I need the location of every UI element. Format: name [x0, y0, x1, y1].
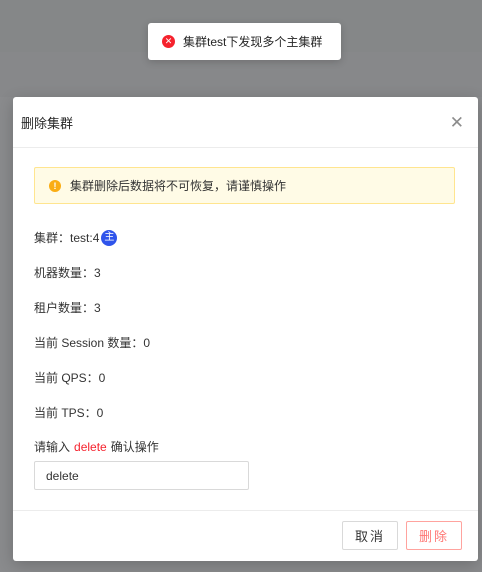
confirm-prompt: 请输入 delete 确认操作: [34, 438, 159, 455]
error-circle-icon: ✕: [162, 35, 175, 48]
error-toast: ✕ 集群test下发现多个主集群: [148, 23, 341, 60]
warning-alert: ! 集群删除后数据将不可恢复，请谨慎操作: [34, 167, 455, 204]
cluster-label: 集群：: [34, 231, 71, 245]
warning-icon: !: [49, 179, 61, 192]
close-icon[interactable]: ✕: [446, 110, 468, 135]
modal-footer: 取消 删除: [13, 510, 478, 561]
tps-value: 当前 TPS：0: [34, 406, 104, 420]
master-badge: 主: [101, 229, 118, 246]
qps-value: 当前 QPS：0: [34, 371, 106, 385]
delete-cluster-modal: 删除集群 ✕ ! 集群删除后数据将不可恢复，请谨慎操作 集群： test:4 主…: [13, 97, 478, 561]
prompt-keyword: delete: [74, 439, 107, 454]
delete-button[interactable]: 删除: [406, 521, 462, 550]
cluster-info: 集群： test:4 主: [34, 229, 118, 246]
alert-text: 集群删除后数据将不可恢复，请谨慎操作: [70, 179, 287, 193]
machines-count: 机器数量：3: [34, 266, 101, 280]
sessions-count: 当前 Session 数量：0: [34, 336, 151, 350]
prompt-suffix: 确认操作: [110, 440, 159, 454]
toast-message: 集群test下发现多个主集群: [183, 35, 323, 49]
tenants-count: 租户数量：3: [34, 301, 101, 315]
confirm-input[interactable]: [34, 461, 249, 490]
prompt-prefix: 请输入: [34, 440, 71, 454]
modal-title: 删除集群: [21, 115, 74, 131]
cancel-button[interactable]: 取消: [342, 521, 398, 550]
cluster-value: test:4: [70, 230, 100, 245]
modal-header: 删除集群 ✕: [13, 97, 478, 148]
